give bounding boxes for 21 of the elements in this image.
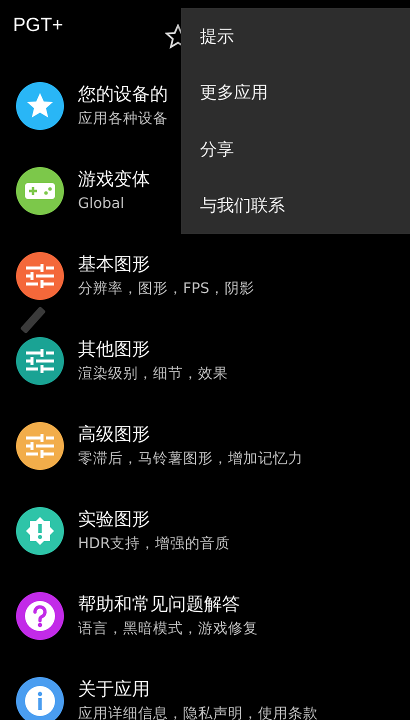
app-title: PGT+	[13, 14, 64, 36]
menu-item[interactable]: 提示	[200, 24, 234, 48]
item-subtitle: Global	[78, 194, 126, 212]
item-subtitle: 零滞后，马铃薯图形，增加记忆力	[78, 450, 303, 468]
item-title[interactable]: 游戏变体	[78, 168, 150, 190]
menu-item[interactable]: 与我们联系	[200, 194, 285, 218]
item-subtitle: 应用详细信息，隐私声明，使用条款	[78, 704, 318, 720]
item-title[interactable]: 基本图形	[78, 254, 254, 276]
item-subtitle: 渲染级别，细节，效果	[78, 364, 228, 382]
item-subtitle: HDR支持，增强的音质	[78, 534, 230, 552]
item-subtitle: 语言，黑暗模式，游戏修复	[78, 620, 258, 638]
item-title[interactable]: 关于应用	[78, 678, 318, 700]
item-title[interactable]: 帮助和常见问题解答	[78, 594, 258, 616]
item-title[interactable]: 高级图形	[78, 424, 303, 446]
item-title[interactable]: 您的设备的	[78, 84, 168, 106]
menu-item[interactable]: 分享	[200, 138, 234, 161]
item-title[interactable]: 其他图形	[78, 338, 228, 360]
item-subtitle: 应用各种设备	[78, 110, 168, 128]
menu-item[interactable]: 更多应用	[200, 81, 268, 104]
item-title[interactable]: 实验图形	[78, 508, 230, 530]
item-subtitle: 分辨率，图形，FPS，阴影	[78, 280, 254, 298]
